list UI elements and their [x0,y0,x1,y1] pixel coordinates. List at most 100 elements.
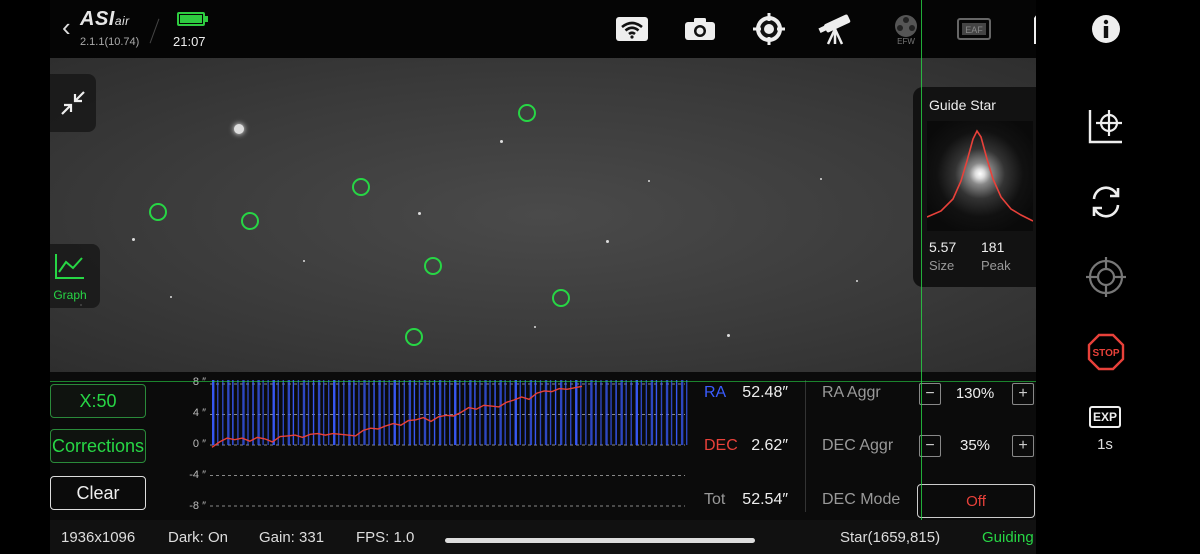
ra-correction-bar [267,380,269,445]
app-version: 2.1.1(10.74) [80,36,140,48]
eaf-label: EAF [965,25,983,35]
ra-correction-bar [575,380,578,445]
logo-text: ASI [80,8,115,30]
ra-correction-bar [368,380,370,445]
ra-correction-bar [509,380,511,445]
ra-correction-bar [524,380,527,445]
divider [149,18,160,44]
ra-correction-bar [680,380,684,445]
detected-star-marker [149,203,167,221]
info-icon[interactable] [1086,10,1126,48]
ra-correction-bar [615,380,617,445]
ra-correction-bar [620,380,623,445]
ra-correction-bar [373,380,375,445]
stop-icon[interactable]: STOP [1086,332,1126,372]
ra-correction-bar [327,380,330,445]
camera-icon[interactable] [680,10,720,48]
star [418,212,421,215]
ra-correction-bar [242,380,245,445]
ra-correction-bar [544,380,548,445]
corrections-button[interactable]: Corrections [50,429,146,463]
ra-correction-bar [413,380,416,445]
right-sidebar: STOP EXP 1s [1036,0,1200,554]
star [170,296,172,298]
ra-aggr-minus-button[interactable]: − [919,383,941,405]
filter-wheel-icon[interactable]: EFW [886,10,926,48]
ra-correction-bar [398,380,400,445]
ra-correction-bar [539,380,542,445]
ra-correction-bar [443,380,446,445]
ra-correction-bar [494,380,496,445]
ra-aggr-plus-button[interactable]: + [1012,383,1034,405]
crosshair-chart-icon[interactable] [1086,106,1126,146]
dec-aggr-minus-button[interactable]: − [919,435,941,457]
y-tick: -4 ″ [189,469,206,481]
wifi-icon[interactable] [612,10,652,48]
ra-correction-bar [570,380,572,445]
ra-correction-bar [282,380,284,445]
ra-correction-bar [504,380,506,445]
ra-correction-bar [378,380,381,445]
ra-correction-bar [438,380,442,445]
ra-value: 52.48″ [742,384,788,401]
star-peak-label: Peak [981,258,1011,273]
star-profile-curve [927,129,1033,222]
top-bar: ‹ ASIair 2.1.1(10.74) 21:07 EFW EAF [50,0,1054,58]
ra-correction-bar [469,380,472,445]
loop-icon[interactable] [1086,182,1126,222]
status-bar: 1936x1096 Dark: On Gain: 331 FPS: 1.0 St… [50,520,1036,554]
efw-label: EFW [897,37,915,45]
status-resolution: 1936x1096 [61,529,136,546]
ra-correction-bar [277,380,279,445]
ra-correction-bar [514,380,517,445]
logo-suffix: air [114,14,130,28]
ra-correction-bar [247,380,249,445]
status-fps: FPS: 1.0 [356,529,415,546]
x-scale-button[interactable]: X:50 [50,384,146,418]
star [534,326,536,328]
clear-button[interactable]: Clear [50,476,146,510]
ra-correction-bar [650,380,654,445]
ra-correction-bar [499,380,502,445]
guide-graph-panel: X:50 Corrections Clear 8 ″ 4 ″ 0 ″ -4 ″ … [50,372,1036,520]
camera-preview[interactable] [50,58,1036,372]
star [727,334,730,337]
back-button[interactable]: ‹ [62,14,71,40]
ra-correction-bar [333,380,336,445]
collapse-button[interactable] [50,74,96,132]
home-indicator[interactable] [445,538,755,543]
telescope-icon[interactable] [816,10,856,48]
ra-correction-bar [252,380,254,445]
guide-star-title: Guide Star [929,97,996,113]
ra-correction-bar [272,380,275,445]
ra-correction-bar [529,380,533,445]
ra-correction-bar [660,380,663,445]
ra-correction-bar [408,380,412,445]
ra-correction-bar [655,380,658,445]
eaf-icon[interactable]: EAF [954,10,994,48]
exposure-icon[interactable]: EXP [1089,406,1121,428]
status-gain: Gain: 331 [259,529,325,546]
dec-mode-selector[interactable]: Off [917,484,1035,518]
target-icon[interactable] [1086,257,1126,297]
battery-icon [177,12,208,26]
ra-correction-bar [212,380,215,445]
ra-correction-bar [428,380,431,445]
focus-target-icon[interactable] [749,10,789,48]
dec-aggr-plus-button[interactable]: + [1012,435,1034,457]
ra-correction-bar [418,380,421,445]
ra-correction-bar [686,380,688,445]
ra-correction-bar [338,380,340,445]
graph-toggle-button[interactable]: Graph [50,244,100,308]
y-tick: 0 ″ [192,438,206,450]
y-tick: 8 ″ [192,376,206,388]
ra-correction-bar [590,380,593,445]
ra-correction-bar [625,380,627,445]
clock: 21:07 [173,34,206,49]
graph-label: Graph [53,288,87,302]
ra-correction-bar [519,380,521,445]
ra-correction-bar [479,380,481,445]
ra-correction-bar [484,380,487,445]
ra-correction-bar [675,380,678,445]
ra-correction-bar [317,380,321,445]
